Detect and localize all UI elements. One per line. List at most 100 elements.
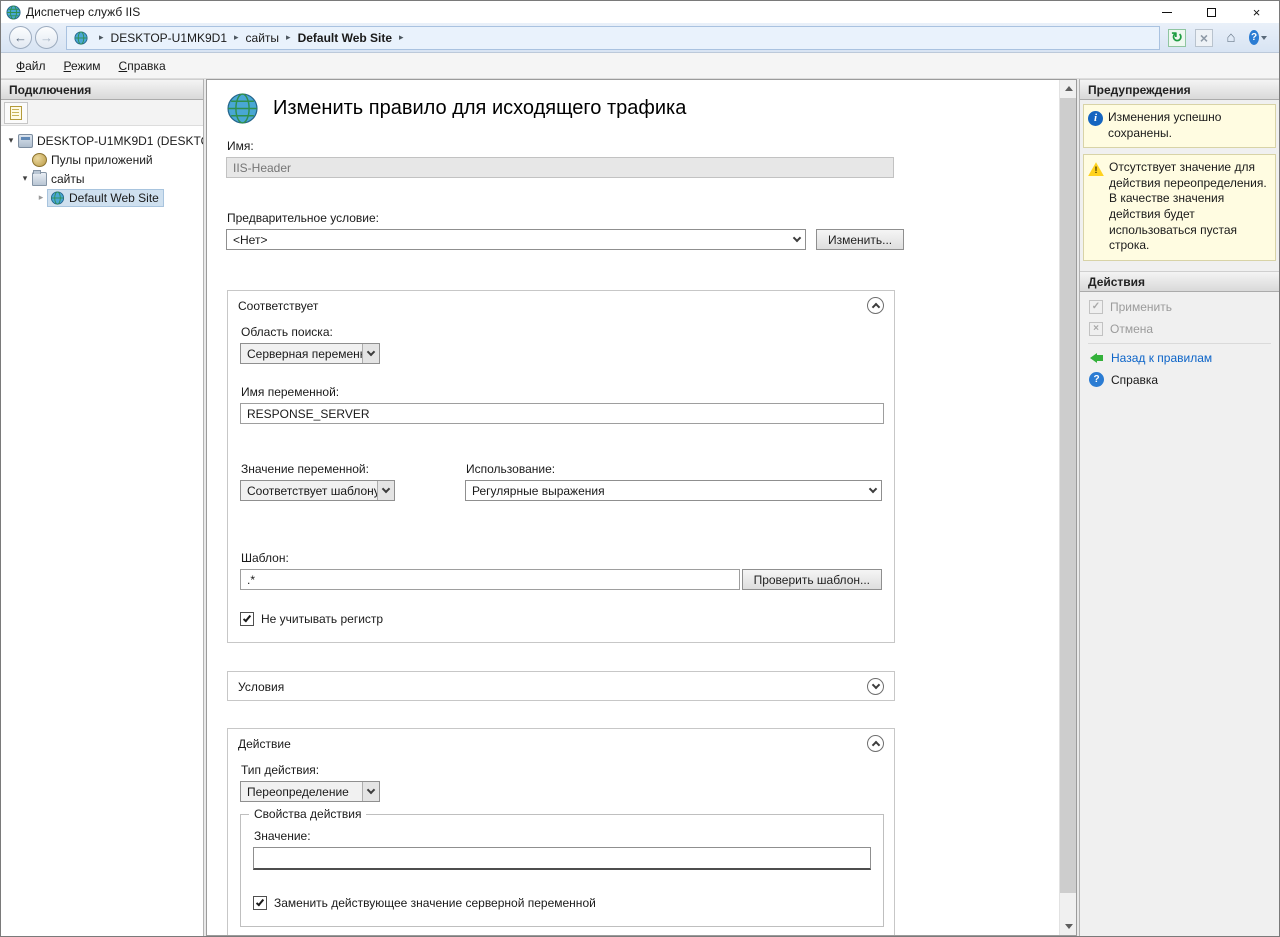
variable-name-label: Имя переменной: (241, 385, 882, 399)
chevron-down-icon[interactable] (867, 678, 884, 695)
action-section-title: Действие (238, 737, 291, 751)
scrollbar-thumb[interactable] (1060, 98, 1077, 893)
conditions-section-header[interactable]: Условия (228, 672, 894, 700)
back-arrow-icon (1089, 350, 1104, 365)
title-bar: Диспетчер служб IIS × (1, 1, 1279, 23)
warning-icon: ! (1088, 162, 1104, 176)
tree-item-server[interactable]: ▾ DESKTOP-U1MK9D1 (DESKTOI (1, 131, 203, 150)
back-icon[interactable]: ← (9, 26, 32, 49)
breadcrumb-separator-icon: ▸ (279, 32, 298, 43)
menu-help[interactable]: Справка (110, 56, 175, 76)
ignore-case-label: Не учитывать регистр (261, 612, 383, 626)
chevron-up-icon[interactable] (867, 735, 884, 752)
replace-value-checkbox[interactable] (253, 896, 267, 910)
chevron-down-icon (377, 481, 394, 500)
cancel-button[interactable]: × Отмена (1080, 318, 1279, 340)
name-input[interactable] (226, 157, 894, 178)
name-label: Имя: (227, 139, 1059, 153)
forward-icon[interactable]: → (35, 26, 58, 49)
connections-panel: Подключения ▾ DESKTOP-U1MK9D1 (DESKTOI П… (1, 79, 204, 936)
breadcrumb-item-server[interactable]: DESKTOP-U1MK9D1 (111, 31, 227, 45)
pattern-label: Шаблон: (241, 551, 882, 565)
chevron-down-icon (864, 481, 881, 500)
help-circle-icon: ? (1089, 372, 1104, 387)
actions-divider (1088, 343, 1271, 344)
server-icon (18, 134, 33, 148)
help-label: Справка (1111, 373, 1158, 387)
tree-item-label: DESKTOP-U1MK9D1 (DESKTOI (37, 134, 203, 148)
action-value-input[interactable] (253, 847, 871, 870)
app-globe-icon (6, 5, 21, 20)
scroll-down-icon[interactable] (1060, 918, 1077, 935)
variable-value: Соответствует шаблону (247, 484, 377, 498)
menu-view[interactable]: Режим (55, 56, 110, 76)
test-pattern-button[interactable]: Проверить шаблон... (742, 569, 882, 590)
connections-header: Подключения (1, 79, 203, 100)
alerts-header: Предупреждения (1080, 79, 1279, 100)
back-to-rules-label: Назад к правилам (1111, 351, 1212, 365)
pattern-input[interactable] (240, 569, 740, 590)
warning-alert: ! Отсутствует значение для действия пере… (1083, 154, 1276, 261)
help-menu-icon[interactable]: ? (1249, 29, 1267, 47)
refresh-icon[interactable]: ↻ (1168, 29, 1186, 47)
connections-toolbar-button[interactable] (4, 102, 28, 124)
precondition-value: <Нет> (233, 233, 788, 247)
precondition-label: Предварительное условие: (227, 211, 1059, 225)
website-globe-icon (50, 191, 65, 205)
tree-expander-icon[interactable]: ▸ (35, 192, 47, 203)
menu-file[interactable]: Файл (7, 56, 55, 76)
usage-label: Использование: (466, 462, 882, 476)
close-icon[interactable]: × (1234, 1, 1279, 23)
ignore-case-checkbox[interactable] (240, 612, 254, 626)
help-icon: ? (1249, 30, 1259, 45)
breadcrumb[interactable]: ▸ DESKTOP-U1MK9D1 ▸ сайты ▸ Default Web … (66, 26, 1160, 50)
apply-button[interactable]: ✓ Применить (1080, 296, 1279, 318)
scroll-up-icon[interactable] (1060, 80, 1077, 97)
action-type-value: Переопределение (247, 785, 362, 799)
tree-item-label: Пулы приложений (51, 153, 153, 167)
selected-tree-item[interactable]: Default Web Site (47, 189, 164, 207)
warning-alert-text: Отсутствует значение для действия переоп… (1109, 160, 1270, 254)
main-panel: Изменить правило для исходящего трафика … (206, 79, 1077, 936)
back-to-rules-link[interactable]: Назад к правилам (1080, 347, 1279, 369)
scope-select[interactable]: Серверная переменн (240, 343, 380, 364)
minimize-icon[interactable] (1144, 1, 1189, 23)
stop-icon[interactable]: × (1195, 29, 1213, 47)
addressbar-tools: ↻ × ⌂ ? (1168, 29, 1271, 47)
tree-expander-icon[interactable]: ▾ (19, 173, 31, 184)
precondition-select[interactable]: <Нет> (226, 229, 806, 250)
chevron-down-icon (1261, 36, 1267, 40)
vertical-scrollbar[interactable] (1059, 80, 1076, 935)
scope-value: Серверная переменн (247, 347, 362, 361)
tree-item-sites[interactable]: ▾ сайты (1, 169, 203, 188)
tree-item-app-pools[interactable]: Пулы приложений (1, 150, 203, 169)
match-section-header[interactable]: Соответствует (228, 291, 894, 319)
usage-select[interactable]: Регулярные выражения (465, 480, 882, 501)
breadcrumb-item-sites[interactable]: сайты (246, 31, 280, 45)
variable-name-input[interactable] (240, 403, 884, 424)
conditions-section-title: Условия (238, 680, 284, 694)
action-section-header[interactable]: Действие (228, 729, 894, 757)
action-section: Действие Тип действия: Переопределение С… (227, 728, 895, 935)
variable-value-select[interactable]: Соответствует шаблону (240, 480, 395, 501)
tree-item-default-web-site[interactable]: ▸ Default Web Site (1, 188, 203, 207)
apply-label: Применить (1110, 300, 1172, 314)
help-link[interactable]: ? Справка (1080, 369, 1279, 391)
breadcrumb-item-default-web-site[interactable]: Default Web Site (298, 31, 392, 45)
page-globe-icon (226, 92, 259, 125)
conditions-section: Условия (227, 671, 895, 701)
window-controls: × (1144, 1, 1279, 23)
actions-list: ✓ Применить × Отмена Назад к правилам ? … (1080, 292, 1279, 395)
chevron-down-icon (362, 344, 379, 363)
globe-icon (74, 31, 88, 45)
cancel-label: Отмена (1110, 322, 1153, 336)
home-icon[interactable]: ⌂ (1222, 29, 1240, 47)
maximize-icon[interactable] (1189, 1, 1234, 23)
action-type-select[interactable]: Переопределение (240, 781, 380, 802)
tree-expander-icon[interactable]: ▾ (5, 135, 17, 146)
app-pools-icon (32, 153, 47, 167)
replace-value-label: Заменить действующее значение серверной … (274, 896, 596, 910)
chevron-up-icon[interactable] (867, 297, 884, 314)
variable-value-label: Значение переменной: (241, 462, 465, 476)
edit-precondition-button[interactable]: Изменить... (816, 229, 904, 250)
